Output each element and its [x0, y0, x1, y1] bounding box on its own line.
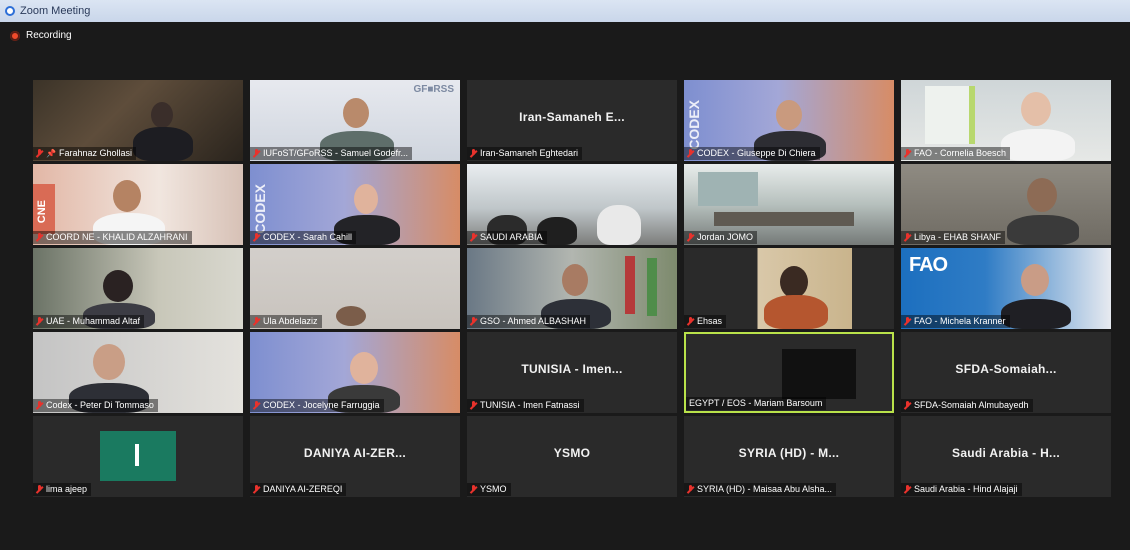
- participant-name-label: CODEX - Giuseppe Di Chiera: [684, 147, 820, 160]
- gforss-logo: GF■RSS: [413, 84, 455, 95]
- participant-tile[interactable]: Libya - EHAB SHANF: [901, 164, 1111, 245]
- muted-mic-icon: [470, 485, 477, 494]
- participant-name-label: Libya - EHAB SHANF: [901, 231, 1006, 244]
- participant-name-label: CODEX - Sarah Cahill: [250, 231, 357, 244]
- participant-name-label: FAO - Michela Kranner: [901, 315, 1010, 328]
- muted-mic-icon: [36, 485, 43, 494]
- muted-mic-icon: [36, 401, 43, 410]
- participant-display-name: TUNISIA - Imen...: [521, 362, 623, 376]
- participant-tile[interactable]: CODEX - Jocelyne Farruggia: [250, 332, 460, 413]
- muted-mic-icon: [36, 317, 43, 326]
- participant-name-label: SFDA-Somaiah Almubayedh: [901, 399, 1033, 412]
- muted-mic-icon: [253, 233, 260, 242]
- muted-mic-icon: [687, 317, 694, 326]
- participant-name-label: COORD NE - KHALID ALZAHRANI: [33, 231, 192, 244]
- participant-tile[interactable]: Iran-Samaneh E... Iran-Samaneh Eghtedari: [467, 80, 677, 161]
- participant-name-label: TUNISIA - Imen Fatnassi: [467, 399, 584, 412]
- participant-name-label: GSO - Ahmed ALBASHAH: [467, 315, 591, 328]
- participant-video-off-box: [782, 349, 856, 399]
- participant-name-label: FAO - Cornelia Boesch: [901, 147, 1011, 160]
- fao-logo: FAO: [909, 254, 948, 276]
- muted-mic-icon: [904, 401, 911, 410]
- muted-mic-icon: [904, 317, 911, 326]
- muted-mic-icon: [904, 233, 911, 242]
- muted-mic-icon: [687, 233, 694, 242]
- participant-name-label: DANIYA AI-ZEREQI: [250, 483, 347, 496]
- participant-tile[interactable]: CNE COORD NE - KHALID ALZAHRANI: [33, 164, 243, 245]
- participant-tile[interactable]: Ula Abdelaziz: [250, 248, 460, 329]
- muted-mic-icon: [36, 149, 43, 158]
- participant-tile[interactable]: SAUDI ARABIA: [467, 164, 677, 245]
- participant-name-label: UAE - Muhammad Altaf: [33, 315, 145, 328]
- participant-name-label: Jordan JOMO: [684, 231, 758, 244]
- window-title: Zoom Meeting: [20, 5, 91, 17]
- participant-name-label: Codex - Peter Di Tommaso: [33, 399, 158, 412]
- participant-name-label: CODEX - Jocelyne Farruggia: [250, 399, 384, 412]
- pin-icon: 📌: [46, 149, 56, 158]
- participant-tile[interactable]: GF■RSS IUFoST/GFoRSS - Samuel Godefr...: [250, 80, 460, 161]
- participant-name-label: YSMO: [467, 483, 511, 496]
- participant-tile[interactable]: FAO - Cornelia Boesch: [901, 80, 1111, 161]
- participant-name-label: Ehsas: [684, 315, 727, 328]
- participant-tile[interactable]: CODEX CODEX - Giuseppe Di Chiera: [684, 80, 894, 161]
- participant-tile[interactable]: FAO FAO - Michela Kranner: [901, 248, 1111, 329]
- codex-logo: CODEX: [252, 184, 268, 234]
- participant-tile[interactable]: SYRIA (HD) - M... SYRIA (HD) - Maisaa Ab…: [684, 416, 894, 497]
- participant-name-label: SYRIA (HD) - Maisaa Abu Alsha...: [684, 483, 837, 496]
- participant-tile[interactable]: YSMO YSMO: [467, 416, 677, 497]
- muted-mic-icon: [470, 317, 477, 326]
- participant-display-name: Saudi Arabia - H...: [952, 446, 1060, 460]
- muted-mic-icon: [687, 485, 694, 494]
- participant-name-label: IUFoST/GFoRSS - Samuel Godefr...: [250, 147, 413, 160]
- muted-mic-icon: [904, 485, 911, 494]
- participant-tile[interactable]: DANIYA AI-ZER... DANIYA AI-ZEREQI: [250, 416, 460, 497]
- participant-name-label: SAUDI ARABIA: [467, 231, 547, 244]
- participant-display-name: SFDA-Somaiah...: [955, 362, 1057, 376]
- muted-mic-icon: [904, 149, 911, 158]
- participant-name-label: Iran-Samaneh Eghtedari: [467, 147, 583, 160]
- codex-logo: CODEX: [686, 100, 702, 150]
- muted-mic-icon: [253, 149, 260, 158]
- active-speaker-tile[interactable]: EGYPT / EOS - Mariam Barsoum: [684, 332, 894, 413]
- muted-mic-icon: [253, 317, 260, 326]
- participant-tile[interactable]: TUNISIA - Imen... TUNISIA - Imen Fatnass…: [467, 332, 677, 413]
- participant-tile[interactable]: 📌 Farahnaz Ghollasi: [33, 80, 243, 161]
- participant-tile[interactable]: lima ajeep: [33, 416, 243, 497]
- participant-display-name: DANIYA AI-ZER...: [303, 446, 407, 460]
- participant-name-label: 📌 Farahnaz Ghollasi: [33, 147, 137, 160]
- participant-name-label: lima ajeep: [33, 483, 92, 496]
- participant-name-label: EGYPT / EOS - Mariam Barsoum: [686, 397, 827, 410]
- participant-tile[interactable]: UAE - Muhammad Altaf: [33, 248, 243, 329]
- muted-mic-icon: [253, 401, 260, 410]
- muted-mic-icon: [253, 485, 260, 494]
- participant-display-name: Iran-Samaneh E...: [519, 110, 625, 124]
- participant-tile[interactable]: Codex - Peter Di Tommaso: [33, 332, 243, 413]
- participant-tile[interactable]: Saudi Arabia - H... Saudi Arabia - Hind …: [901, 416, 1111, 497]
- recording-indicator[interactable]: Recording: [10, 30, 72, 42]
- recording-label: Recording: [26, 30, 72, 41]
- participant-tile[interactable]: Ehsas: [684, 248, 894, 329]
- participant-display-name: YSMO: [553, 446, 591, 460]
- participant-tile[interactable]: Jordan JOMO: [684, 164, 894, 245]
- window-titlebar: Zoom Meeting: [0, 0, 1130, 22]
- record-dot-icon: [10, 31, 20, 41]
- participant-tile[interactable]: CODEX CODEX - Sarah Cahill: [250, 164, 460, 245]
- muted-mic-icon: [470, 149, 477, 158]
- participant-tile[interactable]: SFDA-Somaiah... SFDA-Somaiah Almubayedh: [901, 332, 1111, 413]
- muted-mic-icon: [36, 233, 43, 242]
- participant-tile[interactable]: GSO - Ahmed ALBASHAH: [467, 248, 677, 329]
- gallery-grid: 📌 Farahnaz Ghollasi GF■RSS IUFoST/GFoRSS…: [33, 80, 1113, 500]
- zoom-app-icon: [5, 6, 15, 16]
- participant-name-label: Saudi Arabia - Hind Alajaji: [901, 483, 1022, 496]
- muted-mic-icon: [470, 401, 477, 410]
- cne-logo: CNE: [36, 200, 48, 224]
- participant-display-name: SYRIA (HD) - M...: [738, 446, 840, 460]
- muted-mic-icon: [470, 233, 477, 242]
- muted-mic-icon: [687, 149, 694, 158]
- participant-name-label: Ula Abdelaziz: [250, 315, 322, 328]
- participant-avatar-box: [100, 431, 176, 481]
